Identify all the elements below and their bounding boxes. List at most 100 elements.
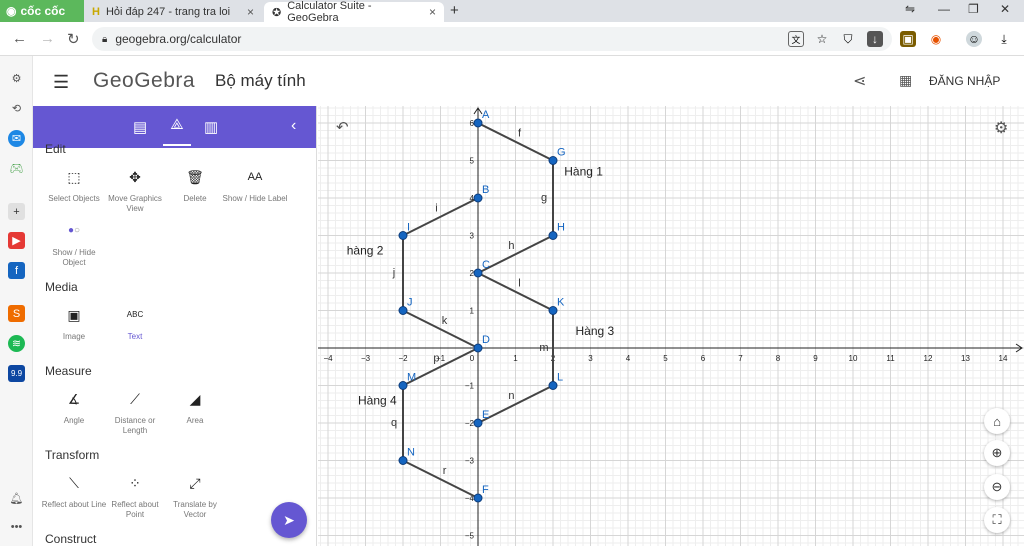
reload-icon[interactable]: ↻ <box>67 30 80 48</box>
x-tick-label: 8 <box>776 354 781 363</box>
tab-search-icon[interactable]: ⇋ <box>905 2 915 16</box>
tool-area[interactable]: ◢ Area <box>162 392 228 426</box>
url-field[interactable]: 🔒︎ geogebra.org/calculator <box>92 27 892 51</box>
tool-angle[interactable]: ∡ Angle <box>41 392 107 426</box>
game-icon[interactable]: 🎮︎ <box>8 160 25 177</box>
y-tick-label: 3 <box>470 232 475 241</box>
point-label: M <box>407 372 416 384</box>
point-M <box>398 381 408 390</box>
tool-delete[interactable]: 🗑︎ Delete <box>162 169 228 204</box>
calculator-icon[interactable]: ▤ <box>133 118 147 136</box>
login-button[interactable]: ĐĂNG NHẬP <box>929 74 1000 88</box>
x-tick-label: −2 <box>398 354 408 363</box>
extension2-icon[interactable]: ◉ <box>928 31 944 47</box>
x-tick-label: 14 <box>999 354 1008 363</box>
close-icon[interactable]: × <box>429 5 436 19</box>
segment-label: i <box>435 203 437 215</box>
geogebra-icon: ✪ <box>272 6 282 19</box>
browser-tab-bar: ◉ cốc cốc H Hỏi đáp 247 - trang tra loi … <box>0 0 1024 24</box>
add-icon[interactable]: + <box>8 203 25 220</box>
download-ext-icon[interactable]: ↓ <box>867 31 883 47</box>
text-annotation: Hàng 1 <box>564 165 603 179</box>
point-label: C <box>482 259 490 271</box>
tool-select-objects[interactable]: ⬚ Select Objects <box>41 169 107 204</box>
geogebra-logo[interactable]: GeoGebra <box>93 69 195 93</box>
facebook-icon[interactable]: f <box>8 262 25 279</box>
tool-translate-vector[interactable]: ⤢ Translate by Vector <box>162 475 228 520</box>
x-tick-label: 3 <box>588 354 593 363</box>
notification-icon[interactable]: 🔔︎ <box>8 490 25 507</box>
point-H <box>548 231 558 240</box>
vector-icon: ⤢ <box>189 475 201 491</box>
tools-tab-icon[interactable]: ⟁ <box>163 116 191 146</box>
share-icon[interactable]: ⋖ <box>853 71 866 91</box>
y-tick-label: −3 <box>465 457 475 466</box>
back-icon[interactable]: ← <box>12 30 27 47</box>
minimize-icon[interactable]: — <box>938 2 950 16</box>
graph-settings-icon[interactable]: ⚙ <box>994 118 1008 138</box>
menu-icon[interactable]: ☰ <box>53 72 69 93</box>
collapse-panel-icon[interactable]: ‹ <box>291 117 296 135</box>
more-icon[interactable]: ••• <box>8 518 25 535</box>
history-icon[interactable]: ⟲ <box>8 100 25 117</box>
new-tab-button[interactable]: + <box>450 2 459 19</box>
spotify-icon[interactable]: ≋ <box>8 335 25 352</box>
star-icon[interactable]: ☆ <box>814 31 830 47</box>
tool-show-hide-label[interactable]: AA Show / Hide Label <box>222 172 288 204</box>
segment-label: r <box>443 465 447 477</box>
shield-icon[interactable]: ⛉ <box>840 31 856 47</box>
home-button[interactable]: ⌂ <box>984 408 1010 434</box>
x-tick-label: 11 <box>886 354 895 363</box>
tool-text[interactable]: ABC Text <box>102 310 168 342</box>
point-label: K <box>557 297 565 309</box>
lock-icon: 🔒︎ <box>102 33 108 45</box>
trash-icon: 🗑︎ <box>186 169 204 185</box>
profile-avatar[interactable]: ☺ <box>966 31 982 47</box>
shopee-icon[interactable]: S <box>8 305 25 322</box>
y-tick-label: −1 <box>465 382 475 391</box>
apps-grid-icon[interactable]: ▦ <box>899 72 912 89</box>
fullscreen-button[interactable]: ⛶ <box>984 507 1010 533</box>
graph-canvas[interactable]: −4−3−2−112345678910111213140−5−4−3−2−112… <box>318 106 1024 546</box>
forward-icon[interactable]: → <box>40 30 55 47</box>
tool-label: Delete <box>183 194 207 203</box>
x-tick-label: 5 <box>663 354 668 363</box>
tab-hoidap[interactable]: H Hỏi đáp 247 - trang tra loi × <box>84 2 262 22</box>
window-close-icon[interactable]: ✕ <box>1000 2 1010 16</box>
undo-icon[interactable]: ↶ <box>336 118 349 136</box>
settings-icon[interactable]: ⚙ <box>8 70 25 87</box>
youtube-icon[interactable]: ▶ <box>8 232 25 249</box>
tiki-icon[interactable]: 9.9 <box>8 365 25 382</box>
coccoc-brand[interactable]: ◉ cốc cốc <box>0 0 84 22</box>
section-transform: Transform <box>45 448 100 462</box>
segment-label: k <box>442 315 448 327</box>
tab-geogebra[interactable]: ✪ Calculator Suite - GeoGebra × <box>264 0 444 24</box>
point-J <box>398 306 408 315</box>
tool-reflect-point[interactable]: ⁘ Reflect about Point <box>102 475 168 520</box>
tool-label: Image <box>62 332 86 341</box>
y-tick-label: −2 <box>465 419 475 428</box>
select-icon: ⬚ <box>67 169 81 185</box>
downloads-icon[interactable]: ⤓ <box>996 31 1012 47</box>
extension-icon[interactable]: ▣ <box>900 31 916 47</box>
segment-label: p <box>433 353 439 365</box>
segment-label: l <box>518 278 520 290</box>
tool-distance[interactable]: ⟋ Distance or Length <box>102 391 168 436</box>
zoom-in-button[interactable]: ⊕ <box>984 440 1010 466</box>
tool-image[interactable]: ▣ Image <box>41 308 107 342</box>
tool-move-graphics[interactable]: ✥ Move Graphics View <box>102 170 168 214</box>
tool-reflect-line[interactable]: ⟍ Reflect about Line <box>41 476 107 510</box>
messenger-icon[interactable]: ✉ <box>8 130 25 147</box>
segment-label: m <box>539 342 548 354</box>
graphics-view[interactable]: −4−3−2−112345678910111213140−5−4−3−2−112… <box>318 106 1024 546</box>
zoom-out-button[interactable]: ⊖ <box>984 474 1010 500</box>
translate-icon[interactable]: 文 <box>788 31 804 47</box>
close-icon[interactable]: × <box>247 5 254 19</box>
pointer-fab-button[interactable]: ➤ <box>271 502 307 538</box>
tool-show-hide-object[interactable]: ●○ Show / Hide Object <box>41 226 107 268</box>
reflect-point-icon: ⁘ <box>129 475 141 491</box>
restore-icon[interactable]: ❐ <box>968 2 979 16</box>
tool-label: Angle <box>63 416 85 425</box>
distance-icon: ⟋ <box>130 391 140 407</box>
table-icon[interactable]: ▥ <box>204 118 218 136</box>
